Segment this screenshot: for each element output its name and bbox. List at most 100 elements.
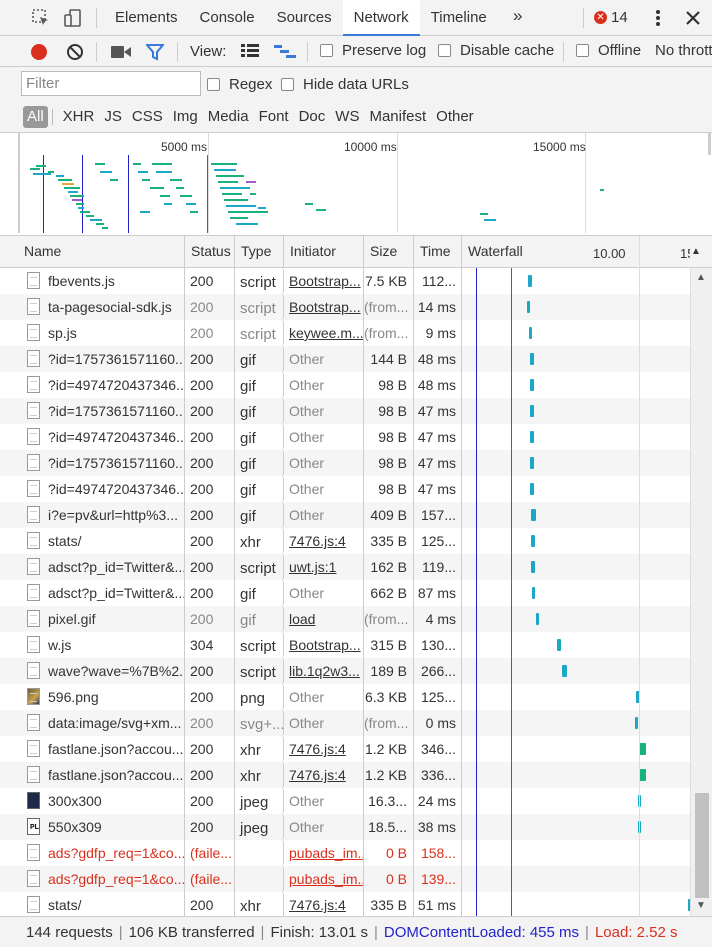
initiator-link[interactable]: Bootstrap... (289, 637, 361, 653)
request-row[interactable]: stats/200 xhr 7476.js:4 335 B 51 ms (0, 892, 690, 916)
request-row[interactable]: stats/200 xhr 7476.js:4 335 B 125... (0, 528, 690, 554)
request-row[interactable]: i?e=pv&url=http%3... 200 gif Other 409 B 157.… (0, 502, 690, 528)
overview-left-handle[interactable] (18, 133, 20, 233)
request-name[interactable]: ?id=1757361571160... (20, 346, 185, 372)
request-name[interactable]: sp.js (20, 320, 185, 346)
column-waterfall-header[interactable]: Waterfall (462, 236, 712, 267)
filter-toggle-button[interactable] (146, 43, 164, 61)
request-name[interactable]: fbevents.js (20, 268, 185, 294)
capture-screenshots-button[interactable] (111, 45, 131, 59)
scroll-up-arrow-icon[interactable]: ▲ (696, 272, 706, 283)
request-initiator[interactable]: 7476.js:4 (284, 892, 364, 916)
request-name[interactable]: ?id=4974720437346... (20, 476, 185, 502)
type-filter-font[interactable]: Font (255, 106, 293, 128)
column-size-header[interactable]: Size (364, 236, 414, 267)
more-tabs-button[interactable]: » (513, 6, 522, 26)
throttling-select[interactable]: No thrott (655, 42, 712, 59)
scroll-down-arrow-icon[interactable]: ▼ (696, 900, 706, 911)
request-name[interactable]: data:image/svg+xm... (20, 710, 185, 736)
request-name[interactable]: ta-pagesocial-sdk.js (20, 294, 185, 320)
type-filter-all[interactable]: All (23, 106, 48, 128)
request-row[interactable]: ?id=1757361571160... 200 gif Other 98 B 47 ms (0, 450, 690, 476)
request-initiator[interactable]: pubads_im... (284, 840, 364, 866)
request-row[interactable]: ta-pagesocial-sdk.js 200 script Bootstrap..… (0, 294, 690, 320)
checkbox-box[interactable] (576, 44, 589, 57)
column-status-header[interactable]: Status (185, 236, 235, 267)
request-row[interactable]: 300x300 200 jpeg Other 16.3... 24 ms (0, 788, 690, 814)
type-filter-js[interactable]: JS (100, 106, 126, 128)
sort-ascending-icon[interactable]: ▲ (691, 246, 701, 257)
request-row[interactable]: adsct?p_id=Twitter&... 200 script uwt.js:1 1… (0, 554, 690, 580)
initiator-link[interactable]: uwt.js:1 (289, 559, 336, 575)
request-initiator[interactable]: 7476.js:4 (284, 528, 364, 554)
timeline-overview[interactable]: 5000 ms 10000 ms 15000 ms (0, 133, 712, 236)
type-filter-img[interactable]: Img (169, 106, 202, 128)
request-row[interactable]: 596.png 200 png Other 6.3 KB 125... (0, 684, 690, 710)
type-filter-doc[interactable]: Doc (295, 106, 330, 128)
disable-cache-checkbox[interactable]: Disable cache (438, 42, 554, 59)
type-filter-media[interactable]: Media (204, 106, 253, 128)
request-name[interactable]: fastlane.json?accou... (20, 736, 185, 762)
request-name[interactable]: ?id=4974720437346... (20, 424, 185, 450)
request-name[interactable]: 550x309 (20, 814, 185, 840)
request-initiator[interactable]: uwt.js:1 (284, 554, 364, 580)
initiator-link[interactable]: keywee.m... (289, 325, 363, 341)
tab-network[interactable]: Network (342, 0, 420, 36)
clear-button[interactable] (66, 43, 84, 61)
request-initiator[interactable]: Bootstrap... (284, 268, 364, 294)
request-row[interactable]: ?id=1757361571160... 200 gif Other 144 B 48 m… (0, 346, 690, 372)
request-name[interactable]: adsct?p_id=Twitter&... (20, 554, 185, 580)
request-initiator[interactable]: 7476.js:4 (284, 762, 364, 788)
request-row[interactable]: ?id=4974720437346... 200 gif Other 98 B 47 ms (0, 476, 690, 502)
tab-sources[interactable]: Sources (266, 0, 343, 36)
column-initiator-header[interactable]: Initiator (284, 236, 364, 267)
request-row[interactable]: adsct?p_id=Twitter&... 200 gif Other 662 B 87… (0, 580, 690, 606)
request-row[interactable]: ads?gdfp_req=1&co... (faile... pubads_im..… (0, 840, 690, 866)
hide-data-urls-checkbox[interactable]: Hide data URLs (281, 76, 409, 93)
checkbox-box[interactable] (320, 44, 333, 57)
initiator-link[interactable]: 7476.js:4 (289, 741, 346, 757)
request-row[interactable]: fbevents.js 200 script Bootstrap... 7.5 KB 11… (0, 268, 690, 294)
request-initiator[interactable]: keywee.m... (284, 320, 364, 346)
request-row[interactable]: pixel.gif 200 gif load (from... 4 ms (0, 606, 690, 632)
request-name[interactable]: wave?wave=%7B%2... (20, 658, 185, 684)
close-devtools-icon[interactable] (682, 8, 704, 28)
filter-input[interactable] (21, 71, 201, 96)
initiator-link[interactable]: 7476.js:4 (289, 897, 346, 913)
request-row[interactable]: ads?gdfp_req=1&co... (faile... pubads_im..… (0, 866, 690, 892)
request-initiator[interactable]: Bootstrap... (284, 632, 364, 658)
tab-elements[interactable]: Elements (104, 0, 189, 36)
initiator-link[interactable]: 7476.js:4 (289, 767, 346, 783)
preserve-log-checkbox[interactable]: Preserve log (320, 42, 426, 59)
record-button[interactable] (30, 43, 48, 61)
request-row[interactable]: w.js 304 script Bootstrap... 315 B 130... (0, 632, 690, 658)
request-initiator[interactable]: pubads_im... (284, 866, 364, 892)
type-filter-manifest[interactable]: Manifest (365, 106, 430, 128)
checkbox-box[interactable] (438, 44, 451, 57)
type-filter-other[interactable]: Other (432, 106, 478, 128)
overview-toggle-button[interactable] (274, 44, 296, 58)
request-name[interactable]: ?id=1757361571160... (20, 450, 185, 476)
overview-right-handle[interactable] (708, 133, 711, 155)
request-name[interactable]: i?e=pv&url=http%3... (20, 502, 185, 528)
request-name[interactable]: w.js (20, 632, 185, 658)
initiator-link[interactable]: Bootstrap... (289, 299, 361, 315)
tab-console[interactable]: Console (189, 0, 266, 36)
request-row[interactable]: fastlane.json?accou... 200 xhr 7476.js:4 1.2… (0, 762, 690, 788)
column-type-header[interactable]: Type (235, 236, 284, 267)
device-toolbar-icon[interactable] (62, 8, 84, 28)
request-initiator[interactable]: Bootstrap... (284, 294, 364, 320)
request-name[interactable]: pixel.gif (20, 606, 185, 632)
checkbox-box[interactable] (207, 78, 220, 91)
request-row[interactable]: data:image/svg+xm... 200 svg+... Other (from… (0, 710, 690, 736)
initiator-link[interactable]: pubads_im... (289, 871, 363, 887)
checkbox-box[interactable] (281, 78, 294, 91)
scrollbar-thumb[interactable] (695, 793, 709, 898)
request-name[interactable]: ads?gdfp_req=1&co... (20, 866, 185, 892)
request-initiator[interactable]: lib.1q2w3... (284, 658, 364, 684)
request-name[interactable]: ads?gdfp_req=1&co... (20, 840, 185, 866)
request-row[interactable]: 550x309 200 jpeg Other 18.5... 38 ms (0, 814, 690, 840)
large-rows-button[interactable] (241, 44, 259, 58)
regex-checkbox[interactable]: Regex (207, 76, 272, 93)
customize-menu-icon[interactable] (647, 8, 669, 28)
